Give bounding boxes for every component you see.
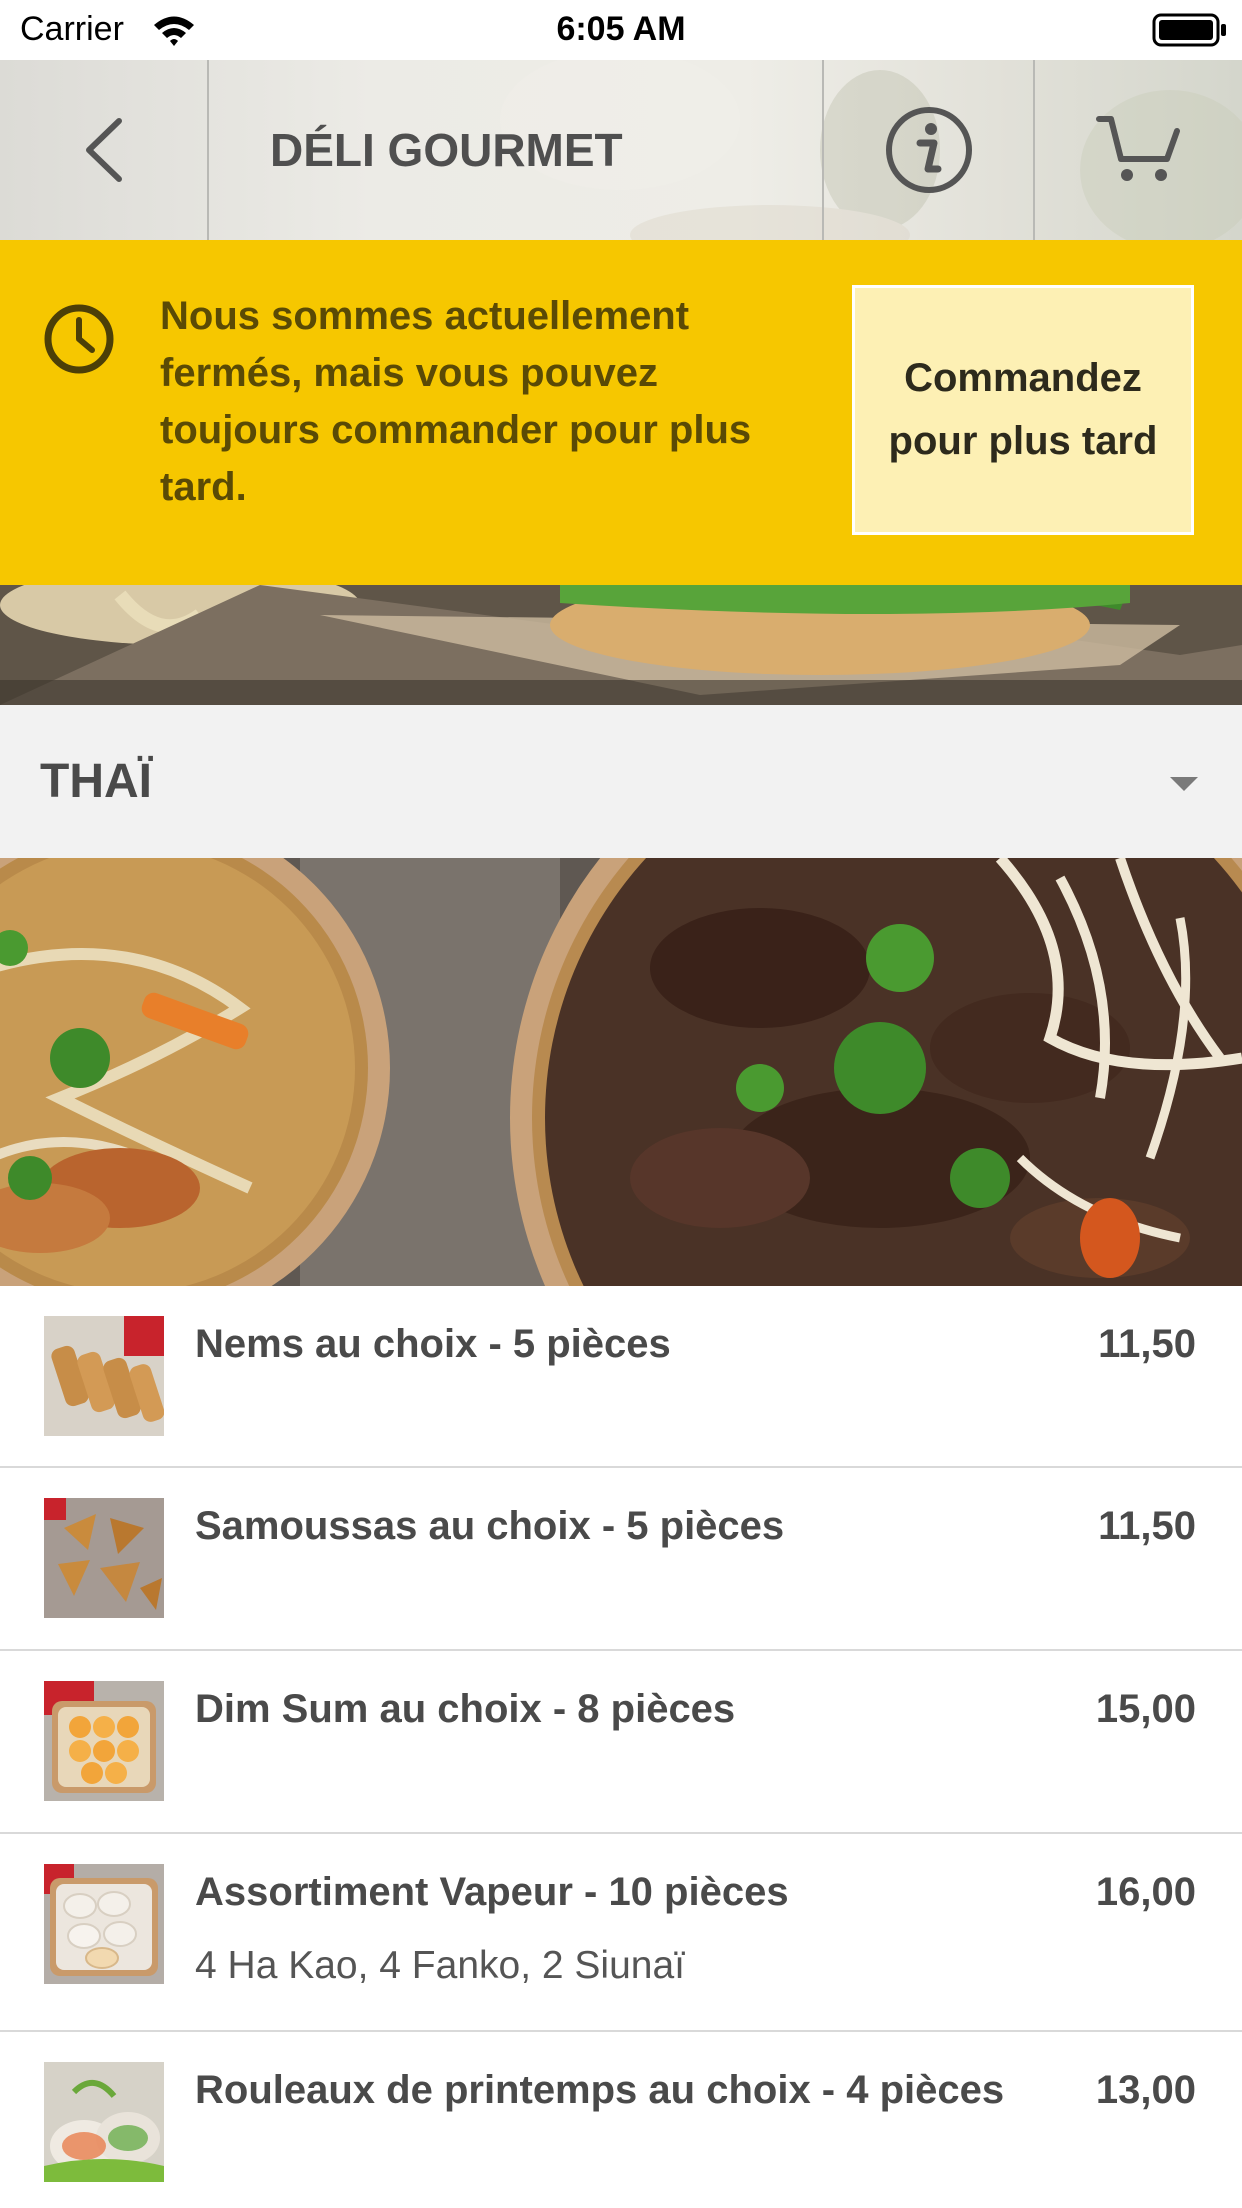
status-time: 6:05 AM [556, 10, 686, 48]
restaurant-title: DÉLI GOURMET [270, 124, 623, 176]
closed-banner: Nous sommes actuellement fermés, mais vo… [0, 240, 1242, 585]
nav-bar: DÉLI GOURMET [0, 60, 1242, 242]
category-photo [0, 858, 1242, 1286]
order-later-button[interactable]: Commandez pour plus tard [852, 285, 1194, 535]
menu-item[interactable]: Dim Sum au choix - 8 pièces 15,00 [0, 1651, 1242, 1834]
item-thumbnail [44, 1864, 164, 1984]
menu-item[interactable]: Assortiment Vapeur - 10 pièces 4 Ha Kao,… [0, 1834, 1242, 2032]
item-price: 13,00 [1095, 2068, 1196, 2112]
chevron-left-icon [86, 118, 122, 182]
battery-icon [1152, 13, 1226, 47]
item-name: Assortiment Vapeur - 10 pièces [195, 1870, 789, 1914]
nav-divider [1033, 60, 1035, 240]
nav-divider [207, 60, 209, 240]
burger-photo [0, 585, 1242, 705]
item-name: Rouleaux de printemps au choix - 4 pièce… [195, 2068, 1005, 2112]
cart-icon [1096, 116, 1180, 181]
item-price: 15,00 [1095, 1687, 1196, 1731]
noodles-photo [0, 858, 1242, 1286]
item-thumbnail [44, 1316, 164, 1436]
app-screen: Carrier 6:05 AM DÉLI GOURMET Nous sommes… [0, 0, 1242, 2208]
restaurant-banner-photo [0, 585, 1242, 705]
item-description: 4 Ha Kao, 4 Fanko, 2 Siunaï [195, 1944, 685, 1987]
item-price: 16,00 [1095, 1870, 1196, 1914]
category-header[interactable]: THAÏ [0, 705, 1242, 858]
menu-item[interactable]: Rouleaux de printemps au choix - 4 pièce… [0, 2032, 1242, 2208]
info-button[interactable] [824, 60, 1034, 240]
item-thumbnail [44, 1681, 164, 1801]
item-name: Dim Sum au choix - 8 pièces [195, 1687, 736, 1731]
menu-item[interactable]: Nems au choix - 5 pièces 11,50 [0, 1286, 1242, 1468]
item-name: Samoussas au choix - 5 pièces [195, 1504, 785, 1548]
status-bar: Carrier 6:05 AM [0, 0, 1242, 60]
category-title: THAÏ [40, 755, 152, 808]
item-price: 11,50 [1098, 1322, 1196, 1366]
item-name: Nems au choix - 5 pièces [195, 1322, 671, 1366]
closed-message: Nous sommes actuellement fermés, mais vo… [160, 294, 752, 509]
item-price: 11,50 [1098, 1504, 1196, 1548]
info-icon [886, 107, 972, 193]
cart-button[interactable] [1036, 60, 1242, 240]
item-thumbnail [44, 2062, 164, 2182]
item-thumbnail [44, 1498, 164, 1618]
caret-down-icon [1170, 777, 1198, 791]
clock-icon [44, 304, 114, 374]
back-button[interactable] [0, 60, 208, 240]
menu-item[interactable]: Samoussas au choix - 5 pièces 11,50 [0, 1468, 1242, 1651]
